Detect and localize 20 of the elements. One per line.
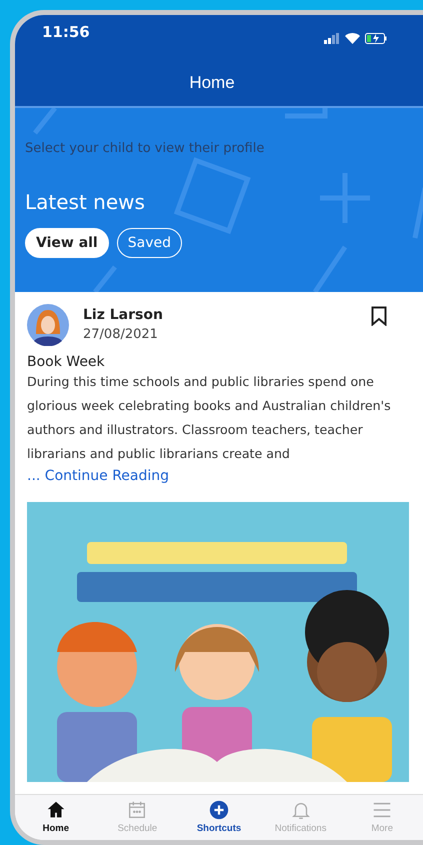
bookmark-button[interactable] [371,306,387,329]
author-name: Liz Larson [83,307,164,323]
wifi-icon [345,33,360,44]
post-title: Book Week [27,354,106,370]
post-date: 27/08/2021 [83,327,159,342]
filter-chip[interactable]: View all [25,228,109,258]
continue-reading-link[interactable]: ... Continue Reading [27,468,411,484]
section-title: Latest news [25,190,146,214]
signal-icon [324,33,340,44]
filter-chip[interactable]: Saved [116,228,182,258]
status-time: 11:56 [42,23,90,41]
battery-icon [365,33,387,44]
plus-icon [208,799,230,821]
screen-title: Home [189,73,235,93]
bookmark-icon [371,306,387,326]
post-body: During this time schools and public libraries spend one glorious week celebrating books and Australian children's authors and illustrators. Classroom teachers, teacher librarians and public librarians create and [27,373,392,463]
prompt-text: Select your child to view their profile [25,141,266,156]
tab-bar-item[interactable]: Shortcuts [178,795,260,840]
avatar [27,304,69,346]
tab-bar-item[interactable]: Home [15,795,97,840]
